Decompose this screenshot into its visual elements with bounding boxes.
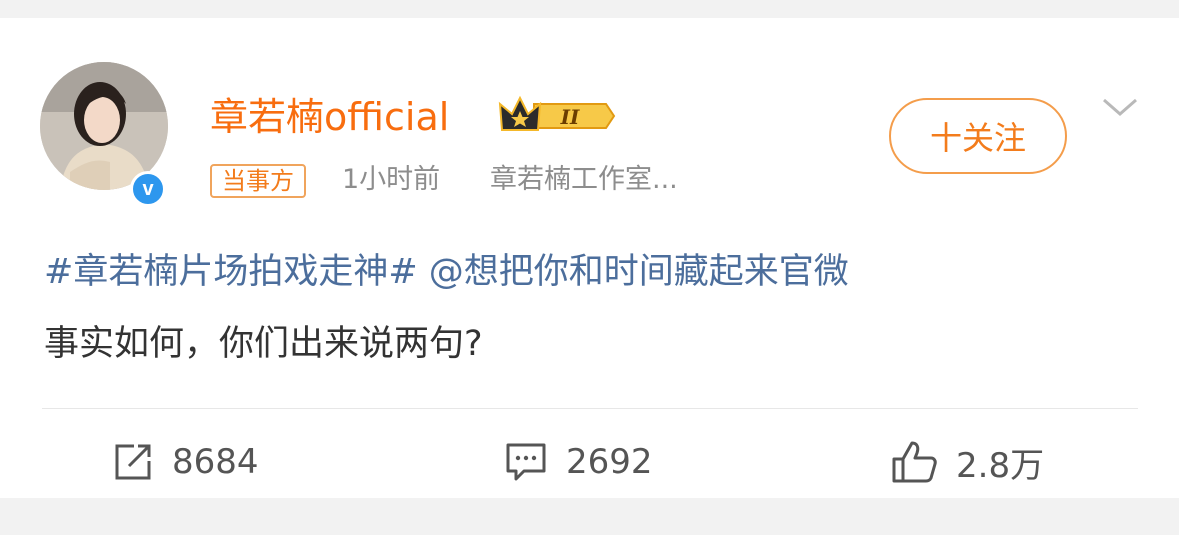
username[interactable]: 章若楠official (210, 92, 449, 142)
verified-icon: v (130, 171, 166, 207)
like-icon (892, 441, 937, 483)
mention-link[interactable]: @想把你和时间藏起来官微 (429, 252, 849, 292)
post-card: v 章若楠official II 当事方 1小时前 章若楠工作室... 十关注 … (0, 18, 1179, 498)
follow-label: 十关注 (929, 119, 1026, 157)
like-count: 2.8万 (956, 445, 1045, 486)
chevron-down-icon[interactable] (1098, 92, 1142, 122)
follow-button[interactable]: 十关注 (889, 98, 1067, 174)
svg-text:II: II (560, 105, 580, 129)
repost-count: 8684 (172, 442, 259, 482)
post-content-line2: 事实如何，你们出来说两句? (44, 324, 483, 364)
topic-link[interactable]: #章若楠片场拍戏走神# (44, 252, 418, 292)
status-tag: 当事方 (210, 164, 306, 198)
crown-badge-icon[interactable]: II (498, 94, 618, 138)
like-button[interactable]: 2.8万 (890, 436, 1044, 488)
comment-button[interactable]: 2692 (504, 436, 653, 488)
page-background (0, 498, 1179, 535)
divider (42, 408, 1138, 409)
post-time: 1小时前 (342, 164, 441, 195)
repost-icon (115, 444, 151, 480)
comment-icon (506, 443, 546, 481)
comment-count: 2692 (566, 442, 653, 482)
post-source[interactable]: 章若楠工作室... (490, 160, 678, 200)
post-content-line1: #章若楠片场拍戏走神# @想把你和时间藏起来官微 (44, 248, 849, 296)
repost-button[interactable]: 8684 (112, 436, 259, 488)
